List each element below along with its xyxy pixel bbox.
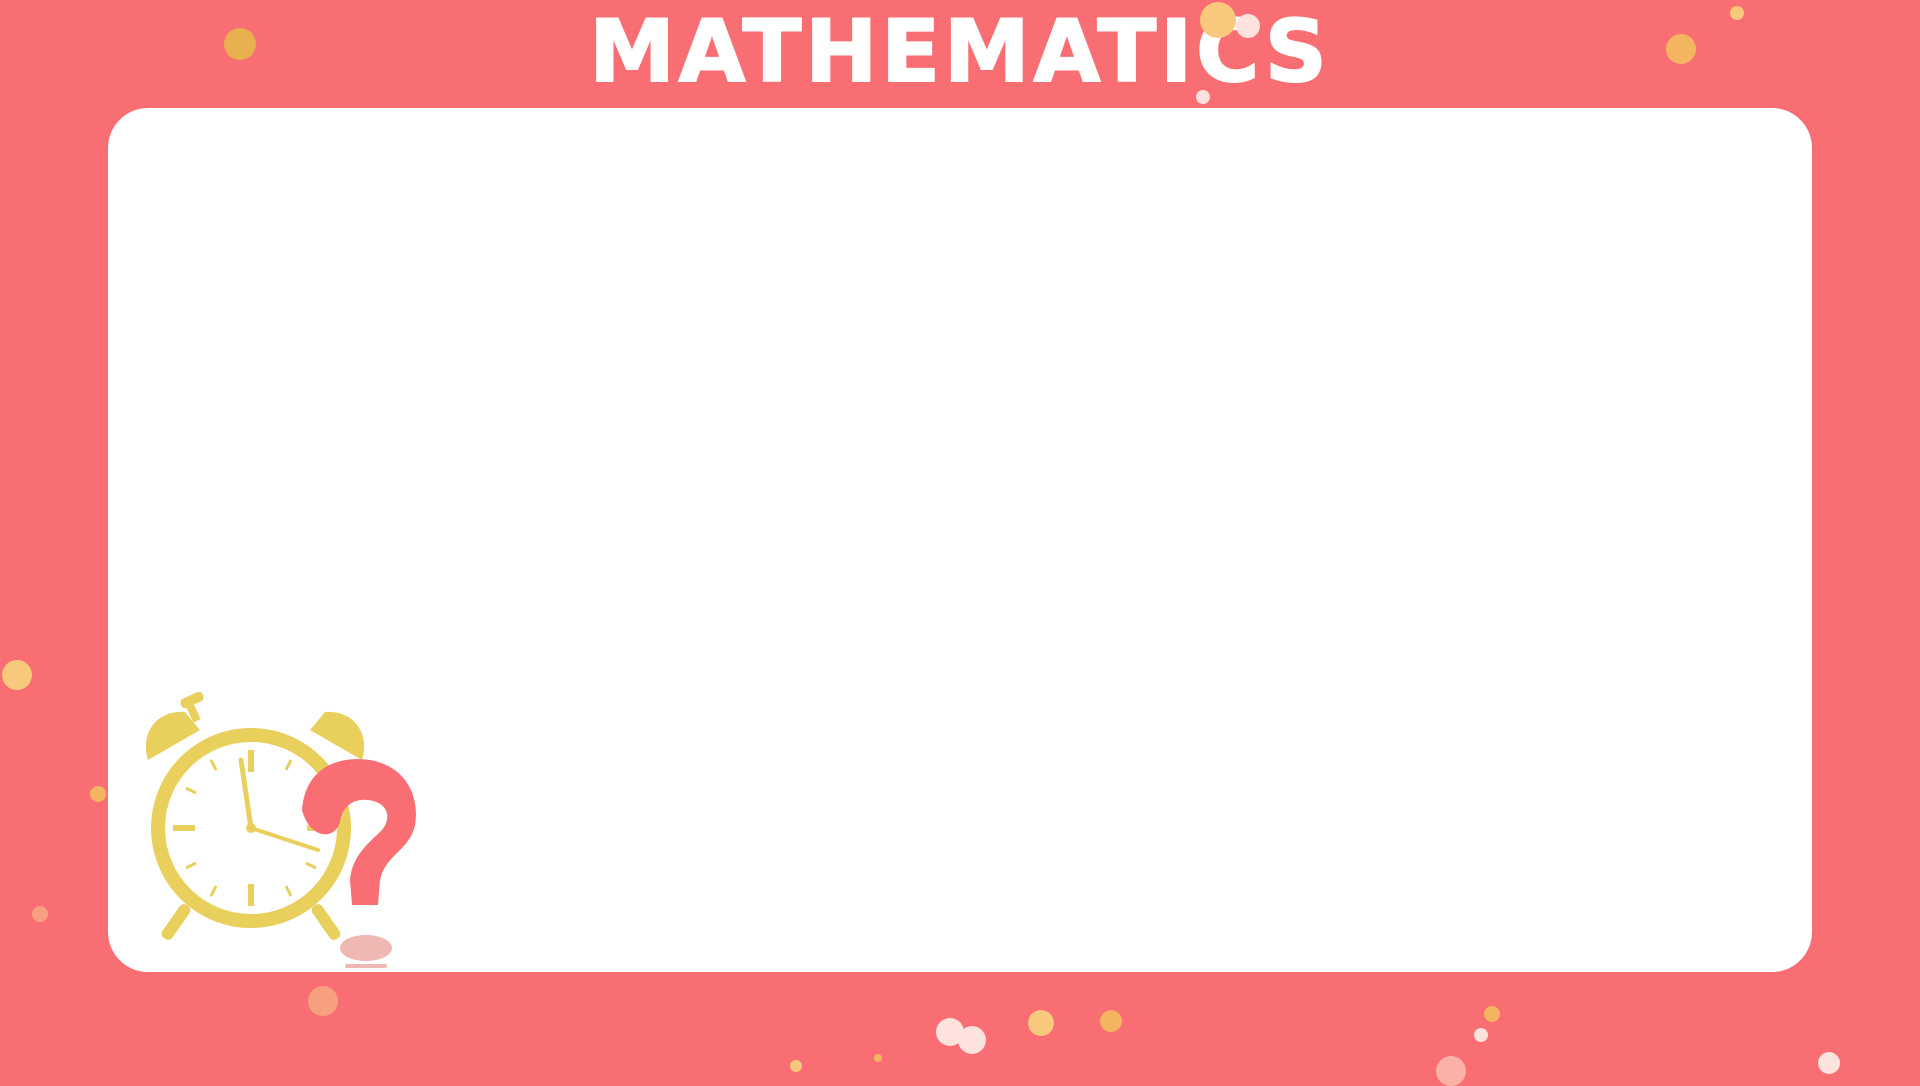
confetti-dot xyxy=(308,986,338,1016)
confetti-dot xyxy=(958,1026,986,1054)
confetti-dot xyxy=(224,28,256,60)
confetti-dot xyxy=(790,1060,802,1072)
page-title: MATHEMATICS xyxy=(588,1,1331,103)
confetti-dot xyxy=(1028,1010,1054,1036)
confetti-dot xyxy=(1474,1028,1488,1042)
confetti-dot xyxy=(90,786,106,802)
confetti-dot xyxy=(1484,1006,1500,1022)
confetti-dot xyxy=(32,906,48,922)
confetti-dot xyxy=(1818,1052,1840,1074)
confetti-dot xyxy=(1100,1010,1122,1032)
clock-question-illustration xyxy=(145,691,416,968)
confetti-dot xyxy=(1196,90,1210,104)
confetti-dot xyxy=(1236,14,1260,38)
confetti-dot xyxy=(2,660,32,690)
confetti-dot xyxy=(1436,1056,1466,1086)
confetti-dot xyxy=(874,1054,882,1062)
confetti-dot xyxy=(1666,34,1696,64)
confetti-dot xyxy=(1200,2,1236,38)
confetti-dot xyxy=(1730,6,1744,20)
